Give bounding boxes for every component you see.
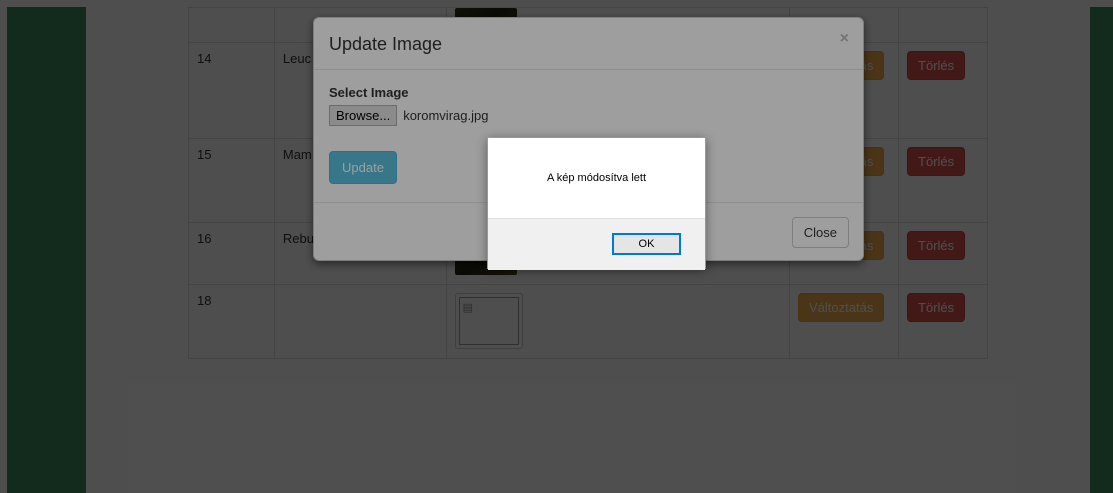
alert-footer: OK xyxy=(488,218,705,270)
ok-button[interactable]: OK xyxy=(612,233,681,255)
alert-dialog: A kép módosítva lett OK xyxy=(487,137,706,270)
alert-message: A kép módosítva lett xyxy=(546,172,647,184)
